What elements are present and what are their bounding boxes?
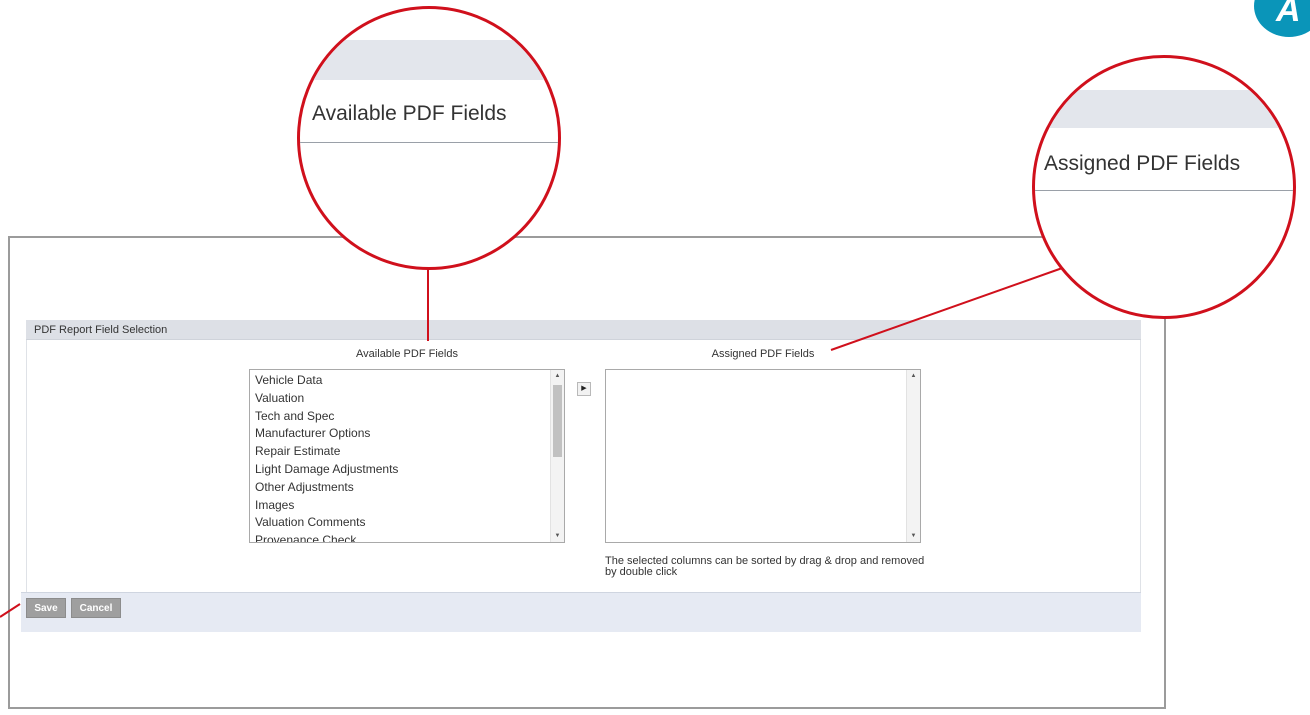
zoom-header-band — [1035, 90, 1293, 128]
zoom-divider — [300, 142, 558, 143]
zoom-divider — [1035, 190, 1293, 191]
zoom-callout-available: Available PDF Fields — [297, 6, 561, 270]
callout-line-right — [830, 265, 1069, 351]
zoom-callout-assigned: Assigned PDF Fields — [1032, 55, 1296, 319]
zoom-available-label: Available PDF Fields — [312, 102, 507, 125]
callout-line-save — [0, 603, 21, 618]
zoom-assigned-label: Assigned PDF Fields — [1044, 152, 1241, 175]
zoom-header-band — [300, 40, 558, 80]
